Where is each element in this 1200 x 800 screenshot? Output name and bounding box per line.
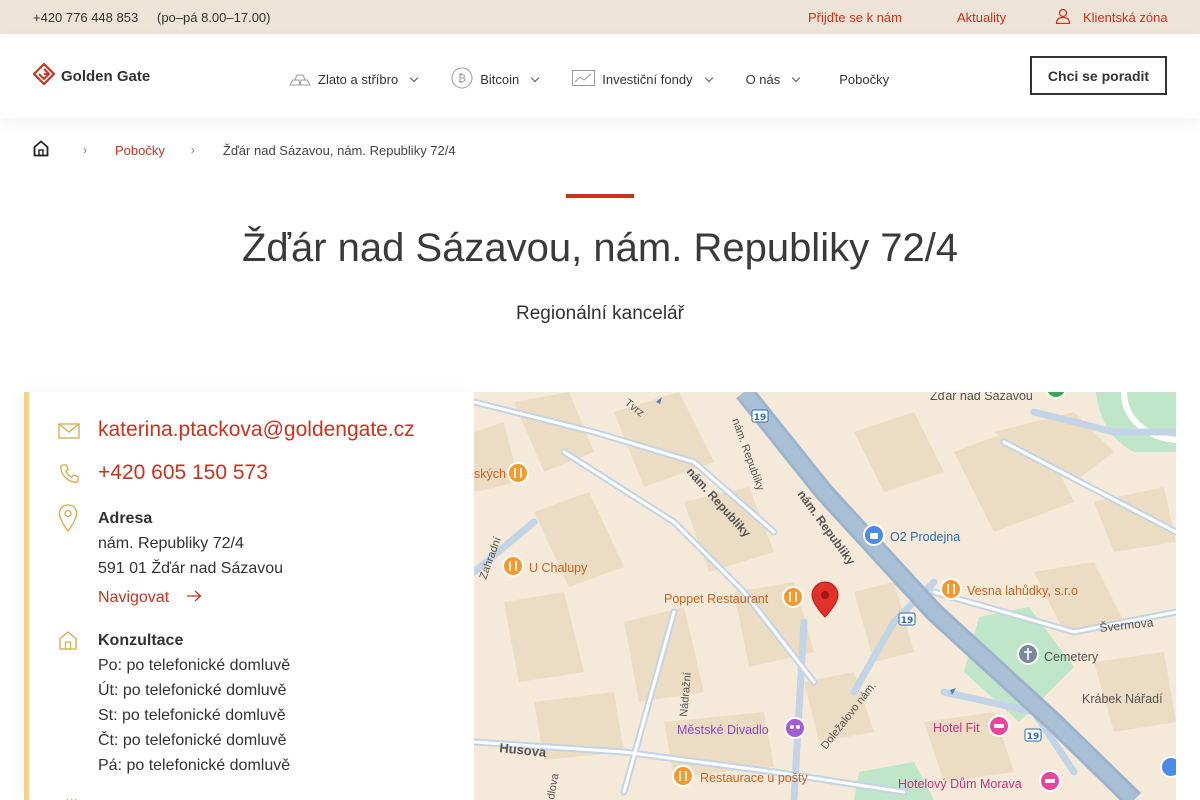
- navigate-label: Navigovat: [98, 589, 170, 606]
- theater-marker-icon[interactable]: [784, 717, 806, 739]
- chart-icon: [572, 70, 596, 89]
- nav-label: Investiční fondy: [602, 72, 693, 87]
- hours-line: Po: po telefonické domluvě: [98, 657, 291, 674]
- nav-bitcoin[interactable]: ₿ Bitcoin: [451, 67, 540, 92]
- nav-label: Pobočky: [839, 72, 890, 87]
- consultation-label: Konzultace: [98, 632, 184, 649]
- page-title: Žďár nad Sázavou, nám. Republiky 72/4: [241, 226, 959, 270]
- logo-text: Golden Gate: [61, 67, 151, 85]
- store-marker-icon[interactable]: [863, 524, 885, 546]
- route-shield-label: 19: [1027, 732, 1040, 742]
- map-place-label: Vesna lahůdky, s.r.o: [967, 584, 1078, 598]
- restaurant-marker-icon[interactable]: [507, 462, 529, 484]
- consult-button[interactable]: Chci se poradit: [1030, 56, 1167, 95]
- main-nav: Zlato a stříbro ₿ Bitcoin Investiční fon…: [289, 67, 923, 92]
- address-line: nám. Republiky 72/4: [98, 535, 244, 552]
- route-shield-label: 19: [754, 413, 767, 423]
- topbar-phone[interactable]: +420 776 448 853: [33, 10, 138, 25]
- chevron-down-icon: [409, 73, 419, 83]
- hotel-marker-icon[interactable]: [988, 715, 1010, 737]
- email-row: katerina.ptackova@goldengate.cz: [58, 418, 415, 446]
- map-place-label: O2 Prodejna: [890, 530, 960, 544]
- address-line: 591 01 Žďár nad Sázavou: [98, 560, 284, 577]
- email-link[interactable]: katerina.ptackova@goldengate.cz: [98, 418, 415, 446]
- golden-gate-logo-icon: [32, 62, 56, 89]
- chevron-down-icon: [792, 73, 801, 83]
- breadcrumb-current: Žďár nad Sázavou, nám. Republiky 72/4: [222, 142, 456, 158]
- address-row: Adresa nám. Republiky 72/4 591 01 Žďár n…: [58, 504, 283, 610]
- map[interactable]: 19 19 19 Tvrz nám. Republiky nám. Republ…: [474, 392, 1176, 800]
- svg-text:₿: ₿: [458, 72, 466, 85]
- page-subtitle: Regionální kancelář: [516, 303, 684, 324]
- visit-us-link[interactable]: Přijďte se k nám: [808, 10, 902, 25]
- map-place-label: Městské Divadlo: [677, 723, 769, 737]
- map-place-label: Cemetery: [1044, 650, 1099, 664]
- partial-icon: [63, 792, 77, 800]
- title-accent-line: [566, 194, 634, 198]
- phone-link[interactable]: +420 605 150 573: [98, 461, 268, 491]
- breadcrumb-separator: ›: [190, 143, 195, 157]
- map-place-label: Hotelový Dům Morava: [898, 777, 1022, 791]
- map-place-label: Hotel Fit: [933, 721, 980, 735]
- restaurant-marker-icon[interactable]: [940, 578, 962, 600]
- envelope-icon: [58, 418, 98, 446]
- phone-row: +420 605 150 573: [58, 461, 268, 491]
- map-place-label: Poppet Restaurant: [664, 592, 769, 606]
- contact-panel: katerina.ptackova@goldengate.cz +420 605…: [24, 392, 474, 800]
- phone-icon: [58, 461, 98, 491]
- navigate-link[interactable]: Navigovat: [98, 585, 283, 610]
- map-place-label: Žďár nad Sázavou: [930, 392, 1033, 403]
- topbar-hours: (po–pá 8.00–17.00): [157, 10, 271, 25]
- logo[interactable]: Golden Gate: [32, 62, 151, 89]
- shop-marker-icon[interactable]: [1160, 756, 1176, 778]
- nav-label: Bitcoin: [480, 72, 520, 87]
- consultation-row: Konzultace Po: po telefonické domluvě Út…: [58, 628, 290, 778]
- restaurant-marker-icon[interactable]: [782, 586, 804, 608]
- top-bar: +420 776 448 853 (po–pá 8.00–17.00) Přij…: [0, 0, 1200, 34]
- main-header: Golden Gate Zlato a stříbro ₿ Bitcoin In…: [0, 34, 1200, 118]
- house-icon: [58, 628, 98, 778]
- map-place-label: U Chalupy: [529, 561, 588, 575]
- location-pin-icon: [58, 504, 98, 610]
- breadcrumb-separator: ›: [83, 143, 87, 157]
- map-place-label: Krábek Nářadí: [1082, 692, 1163, 706]
- map-canvas[interactable]: 19 19 19 Tvrz nám. Republiky nám. Republ…: [474, 392, 1176, 800]
- consultation-block: Konzultace Po: po telefonické domluvě Út…: [98, 628, 290, 778]
- breadcrumb-branches[interactable]: Pobočky: [115, 143, 165, 158]
- address-label: Adresa: [98, 510, 153, 527]
- hours-line: Út: po telefonické domluvě: [98, 682, 287, 699]
- restaurant-marker-icon[interactable]: [502, 555, 524, 577]
- bitcoin-icon: ₿: [451, 67, 473, 92]
- nav-gold-silver[interactable]: Zlato a stříbro: [289, 70, 419, 89]
- nav-investment-funds[interactable]: Investiční fondy: [572, 70, 713, 89]
- nav-branches[interactable]: Pobočky: [839, 72, 889, 87]
- hours-line: Pá: po telefonické domluvě: [98, 757, 291, 774]
- nav-about[interactable]: O nás: [745, 72, 801, 87]
- news-link[interactable]: Aktuality: [957, 10, 1006, 25]
- gold-bars-icon: [289, 70, 311, 89]
- client-zone-link[interactable]: Klientská zóna: [1055, 8, 1168, 27]
- chevron-down-icon: [530, 73, 540, 83]
- breadcrumb: › Pobočky › Žďár nad Sázavou, nám. Repub…: [33, 140, 456, 160]
- map-place-label: Restaurace u pošty: [700, 771, 808, 785]
- client-zone-label: Klientská zóna: [1083, 10, 1168, 25]
- chevron-down-icon: [704, 73, 713, 83]
- arrow-right-icon: [187, 585, 202, 610]
- restaurant-marker-icon[interactable]: [672, 765, 694, 787]
- nav-label: O nás: [745, 72, 781, 87]
- map-place-label: ských: [474, 467, 506, 481]
- home-icon[interactable]: [33, 140, 49, 160]
- cemetery-marker-icon[interactable]: [1017, 643, 1039, 665]
- nav-label: Zlato a stříbro: [318, 72, 399, 87]
- hours-line: St: po telefonické domluvě: [98, 707, 286, 724]
- hotel-marker-icon[interactable]: [1039, 770, 1061, 792]
- user-icon: [1055, 8, 1071, 27]
- route-shield-label: 19: [901, 616, 914, 626]
- address-block: Adresa nám. Republiky 72/4 591 01 Žďár n…: [98, 506, 283, 610]
- hours-line: Čt: po telefonické domluvě: [98, 732, 287, 749]
